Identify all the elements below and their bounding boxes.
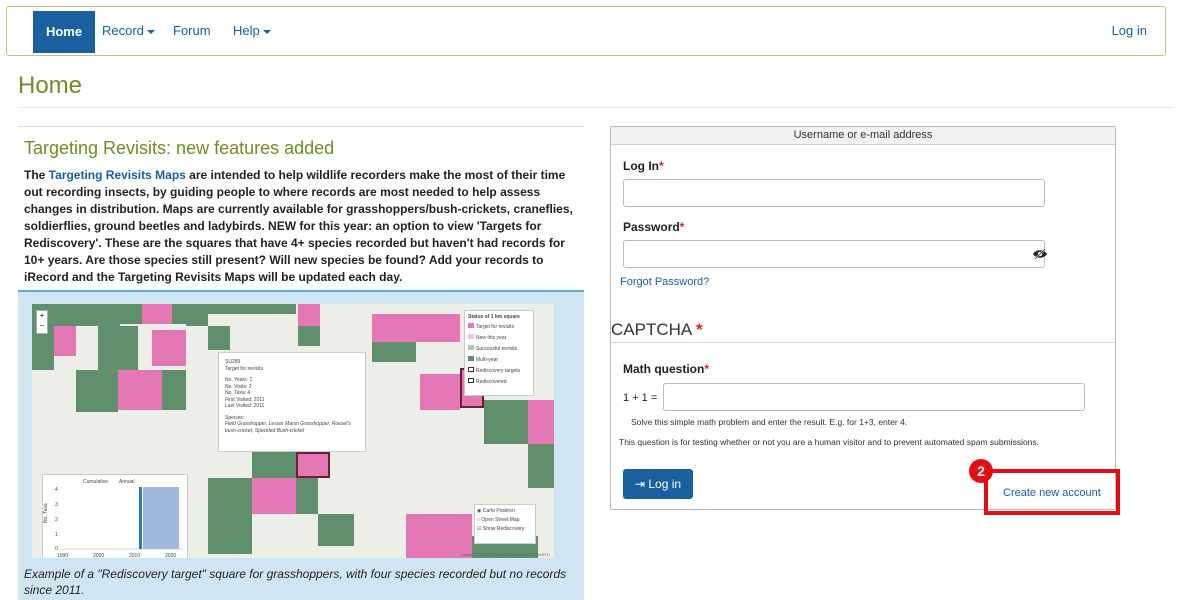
map-layer-control: ◉ Carto Positron ○ Open Street Map ☑ Sho… <box>474 504 536 544</box>
map-popup: SU289 Target for revisits No. Years: 1 N… <box>218 352 366 452</box>
nav-login-link[interactable]: Log in <box>1112 7 1147 55</box>
legend-item: Successful revisits <box>476 346 518 352</box>
cumulative-area <box>143 487 179 549</box>
page-title: Home <box>18 72 83 99</box>
top-navbar: Home Record Forum Help Log in <box>6 6 1166 56</box>
caret-down-icon <box>262 29 271 34</box>
legend-title: Status of 1 km square <box>468 314 520 320</box>
required-marker: * <box>659 159 664 173</box>
map-zoom-control: + − <box>36 310 48 334</box>
divider <box>18 126 584 127</box>
chart-legend-cumulative: Cumulative <box>83 479 108 485</box>
chart-ylabel: No. Taxa <box>43 503 49 523</box>
chart-ytick: 1 <box>55 532 58 538</box>
step-badge: 2 <box>969 459 993 483</box>
math-expression: 1 + 1 = <box>623 392 658 404</box>
panel-header: Username or e-mail address <box>611 127 1115 145</box>
divider <box>611 342 1115 343</box>
required-marker: * <box>679 220 685 234</box>
article-title: Targeting Revisits: new features added <box>24 138 335 158</box>
login-button[interactable]: ⇥ Log in <box>623 469 693 499</box>
chart-ytick: 0 <box>55 546 58 552</box>
article-body-post: are intended to help wildlife recorders … <box>24 168 573 284</box>
article-body-pre: The <box>24 168 49 182</box>
article-figure: + − SU289 Target for revisits No. Years: … <box>18 292 584 600</box>
login-label: Log In* <box>623 159 664 173</box>
legend-item: New this year <box>476 335 507 341</box>
highlight-box <box>984 469 1120 515</box>
legend-item: Multi-year <box>476 357 498 363</box>
legend-item: Rediscovered <box>476 379 507 385</box>
divider <box>18 107 1174 108</box>
nav-help-dropdown[interactable]: Help <box>233 7 271 55</box>
annual-bar <box>139 487 142 549</box>
figure-caption: Example of a "Rediscovery target" square… <box>24 567 567 597</box>
legend-item: Rediscovery targets <box>476 368 521 374</box>
required-marker: * <box>696 320 703 339</box>
layer-option: ☑ Show Rediscovery <box>477 526 525 532</box>
example-map-image: + − SU289 Target for revisits No. Years: … <box>32 304 554 558</box>
legend-item: Target for revisits <box>476 324 515 330</box>
chart-xtick: 2010 <box>129 553 140 558</box>
layer-option: ◉ Carto Positron <box>477 508 515 514</box>
map-attribution: Leaflet | © OpenStreetMap contributors ©… <box>461 552 550 557</box>
nav-record-label: Record <box>102 23 144 38</box>
math-answer-input[interactable] <box>663 383 1085 411</box>
math-hint: Solve this simple math problem and enter… <box>631 417 908 427</box>
nav-forum[interactable]: Forum <box>173 7 211 55</box>
article-body: The Targeting Revisits Maps are intended… <box>24 167 584 286</box>
chart-ytick: 2 <box>55 517 58 523</box>
eye-slash-icon[interactable] <box>1032 248 1048 263</box>
captcha-title: CAPTCHA * <box>611 320 703 339</box>
layer-option: ○ Open Street Map <box>477 517 520 523</box>
chart-xtick: 2000 <box>93 553 104 558</box>
login-button-label: Log in <box>648 477 682 491</box>
login-form-panel: Username or e-mail address Log In* Passw… <box>610 126 1116 510</box>
chart-ytick: 4 <box>55 487 58 493</box>
nav-home[interactable]: Home <box>33 11 95 53</box>
forgot-password-link[interactable]: Forgot Password? <box>620 276 709 288</box>
nav-record-dropdown[interactable]: Record <box>102 7 155 55</box>
chart-legend-annual: Annual <box>119 479 135 485</box>
password-label: Password* <box>623 220 685 234</box>
math-question-label: Math question* <box>623 362 709 376</box>
popup-species: Field Grasshopper, Lesser Marsh Grasshop… <box>225 421 351 434</box>
chart-ytick: 3 <box>55 502 58 508</box>
chart-xtick: 1990 <box>57 553 68 558</box>
taxa-mini-chart: Cumulative Annual No. Taxa 4 3 2 1 0 199… <box>42 474 188 558</box>
required-marker: * <box>704 362 709 376</box>
captcha-description: This question is for testing whether or … <box>619 437 1040 447</box>
targeting-revisits-maps-link[interactable]: Targeting Revisits Maps <box>49 168 186 182</box>
login-username-input[interactable] <box>623 179 1045 207</box>
mini-chart-svg: Cumulative Annual No. Taxa 4 3 2 1 0 199… <box>43 479 183 558</box>
caret-down-icon <box>146 29 155 34</box>
sign-in-icon: ⇥ <box>634 477 645 491</box>
password-input[interactable] <box>623 240 1048 268</box>
chart-xtick: 2020 <box>165 553 176 558</box>
map-legend: Status of 1 km square Target for revisit… <box>464 310 534 396</box>
nav-help-label: Help <box>233 23 260 38</box>
